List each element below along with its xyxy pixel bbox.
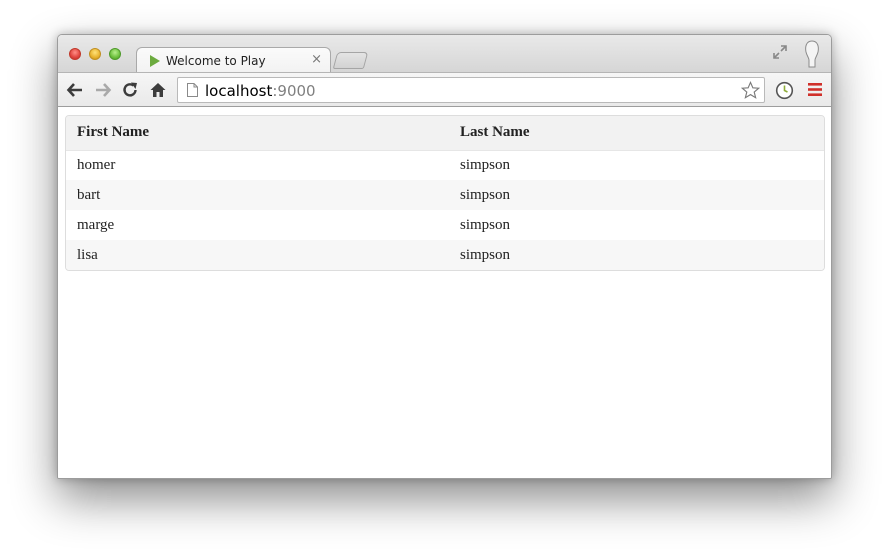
tab-welcome-to-play[interactable]: Welcome to Play × — [136, 47, 331, 73]
cell-last-name: simpson — [449, 150, 824, 180]
tab-close-icon[interactable]: × — [311, 52, 322, 67]
address-bar[interactable]: localhost:9000 — [177, 77, 765, 103]
back-arrow-icon[interactable] — [66, 81, 84, 99]
bookmark-star-icon[interactable] — [741, 81, 760, 100]
home-icon[interactable] — [149, 81, 167, 99]
table-row: bart simpson — [66, 180, 824, 210]
title-bar: Welcome to Play × — [58, 35, 831, 73]
cell-first-name: lisa — [66, 240, 449, 270]
close-window-button[interactable] — [69, 48, 81, 60]
tab-title: Welcome to Play — [166, 54, 266, 68]
page-content: First Name Last Name homer simpson bart … — [58, 107, 831, 478]
history-clock-icon[interactable] — [775, 81, 794, 100]
table-row: marge simpson — [66, 210, 824, 240]
cell-last-name: simpson — [449, 210, 824, 240]
table-row: homer simpson — [66, 150, 824, 180]
play-logo-icon — [150, 55, 160, 67]
minimize-window-button[interactable] — [89, 48, 101, 60]
url-port: :9000 — [272, 82, 316, 100]
header-last-name: Last Name — [449, 116, 824, 151]
maximize-window-button[interactable] — [109, 48, 121, 60]
cell-last-name: simpson — [449, 180, 824, 210]
cell-last-name: simpson — [449, 240, 824, 270]
people-table: First Name Last Name homer simpson bart … — [65, 115, 825, 271]
url-text[interactable]: localhost:9000 — [205, 82, 316, 100]
page-icon — [187, 83, 198, 97]
profile-avatar-icon[interactable] — [801, 40, 823, 70]
url-host: localhost — [205, 82, 273, 100]
cell-first-name: bart — [66, 180, 449, 210]
menu-icon[interactable] — [808, 82, 822, 97]
table-header-row: First Name Last Name — [66, 116, 824, 151]
reload-icon[interactable] — [121, 81, 139, 99]
table-row: lisa simpson — [66, 240, 824, 270]
browser-toolbar: localhost:9000 — [58, 72, 831, 107]
forward-arrow-icon[interactable] — [94, 81, 112, 99]
fullscreen-icon[interactable] — [773, 45, 787, 59]
browser-window: Welcome to Play × localhost:9000 First N… — [57, 34, 832, 479]
cell-first-name: marge — [66, 210, 449, 240]
cell-first-name: homer — [66, 150, 449, 180]
new-tab-button[interactable] — [332, 52, 369, 69]
header-first-name: First Name — [66, 116, 449, 151]
